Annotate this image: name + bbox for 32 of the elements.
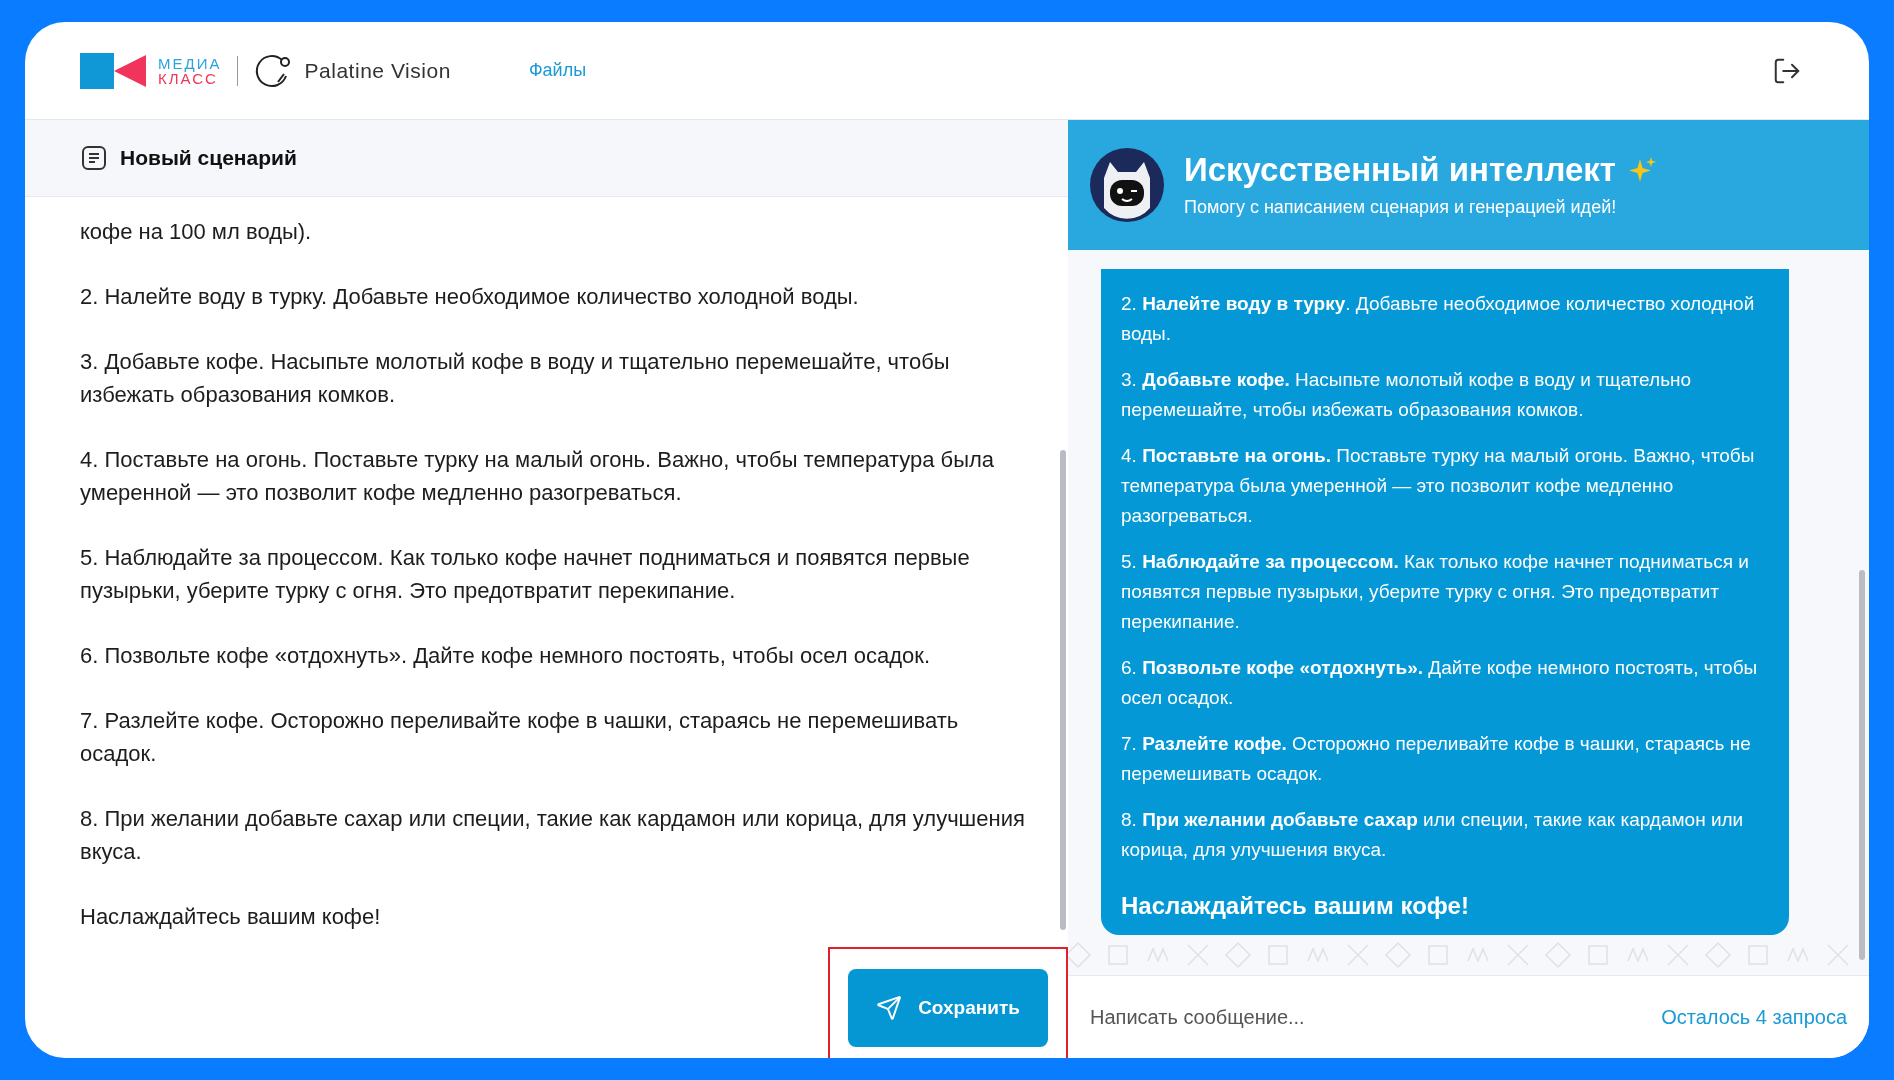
script-paragraph: кофе на 100 мл воды). bbox=[80, 218, 313, 246]
message-paragraph: 8. При желании добавьте сахар или специи, такие как кардамон или корица, для улучшения вкуса. bbox=[1121, 808, 1745, 862]
script-paragraph: 5. Наблюдайте за процессом. Как только кофе начнет подниматься и появятся первые пузырьки, уберите турку с огня. Это предотвратит перекипание. bbox=[80, 544, 971, 605]
save-button[interactable]: Сохранить bbox=[848, 969, 1048, 1047]
document-icon bbox=[80, 144, 108, 172]
remaining-requests-link[interactable]: Осталось 4 запроса bbox=[1661, 1002, 1847, 1032]
script-paragraph: 3. Добавьте кофе. Насыпьте молотый кофе в воду и тщательно перемешайте, чтобы избежать образования комков. bbox=[80, 348, 951, 409]
assistant-subtitle: Помогу с написанием сценария и генерацией идей! bbox=[1184, 196, 1618, 220]
message-paragraph: 3. Добавьте кофе. Насыпьте молотый кофе в воду и тщательно перемешайте, чтобы избежать образования комков. bbox=[1121, 368, 1693, 422]
script-paragraph: 4. Поставьте на огонь. Поставьте турку на малый огонь. Важно, чтобы температура была умеренной — это позволит кофе медленно разогреваться. bbox=[80, 446, 996, 507]
message-paragraph: 6. Позвольте кофе «отдохнуть». Дайте кофе немного постоять, чтобы осел осадок. bbox=[1121, 656, 1759, 710]
logo-text: МЕДИА bbox=[158, 55, 222, 71]
message-paragraph: 7. Разлейте кофе. Осторожно переливайте кофе в чашки, стараясь не перемешивать осадок. bbox=[1121, 732, 1752, 786]
assistant-title: Искусственный интеллект bbox=[1184, 149, 1616, 190]
script-paragraph: 7. Разлейте кофе. Осторожно переливайте кофе в чашки, стараясь не перемешивать осадок. bbox=[80, 707, 960, 768]
scrollbar-thumb[interactable] bbox=[1060, 450, 1066, 930]
script-paragraph: 2. Налейте воду в турку. Добавьте необходимое количество холодной воды. bbox=[80, 283, 860, 311]
brand-name: Palatine Vision bbox=[304, 57, 451, 84]
message-paragraph: 5. Наблюдайте за процессом. Как только кофе начнет подниматься и появятся первые пузырьки, уберите турку с огня. Это предотвратит перекипание. bbox=[1121, 550, 1750, 634]
nav-link[interactable]: Файлы bbox=[528, 57, 587, 84]
message-paragraph: 2. Налейте воду в турку. Добавьте необходимое количество холодной воды. bbox=[1121, 292, 1756, 346]
send-icon bbox=[876, 995, 903, 1021]
script-paragraph: 6. Позвольте кофе «отдохнуть». Дайте кофе немного постоять, чтобы осел осадок. bbox=[80, 642, 931, 670]
message-closing: Наслаждайтесь вашим кофе! bbox=[1121, 891, 1470, 921]
robot-avatar-icon bbox=[1090, 148, 1164, 222]
editor-title: Новый сценарий bbox=[120, 145, 297, 172]
message-paragraph: 4. Поставьте на огонь. Поставьте турку на малый огонь. Важно, чтобы температура была умеренной — это позволит кофе медленно разогреваться. bbox=[1121, 444, 1756, 528]
message-input-field[interactable]: Написать сообщение... Осталось 4 запроса bbox=[1068, 975, 1869, 1058]
script-paragraph: 8. При желании добавьте сахар или специи, такие как кардамон или корица, для улучшения вкуса. bbox=[80, 805, 1026, 866]
logo-text: КЛАСС bbox=[158, 70, 218, 86]
script-paragraph: Наслаждайтесь вашим кофе! bbox=[80, 903, 382, 931]
scrollbar-thumb[interactable] bbox=[1859, 570, 1865, 960]
